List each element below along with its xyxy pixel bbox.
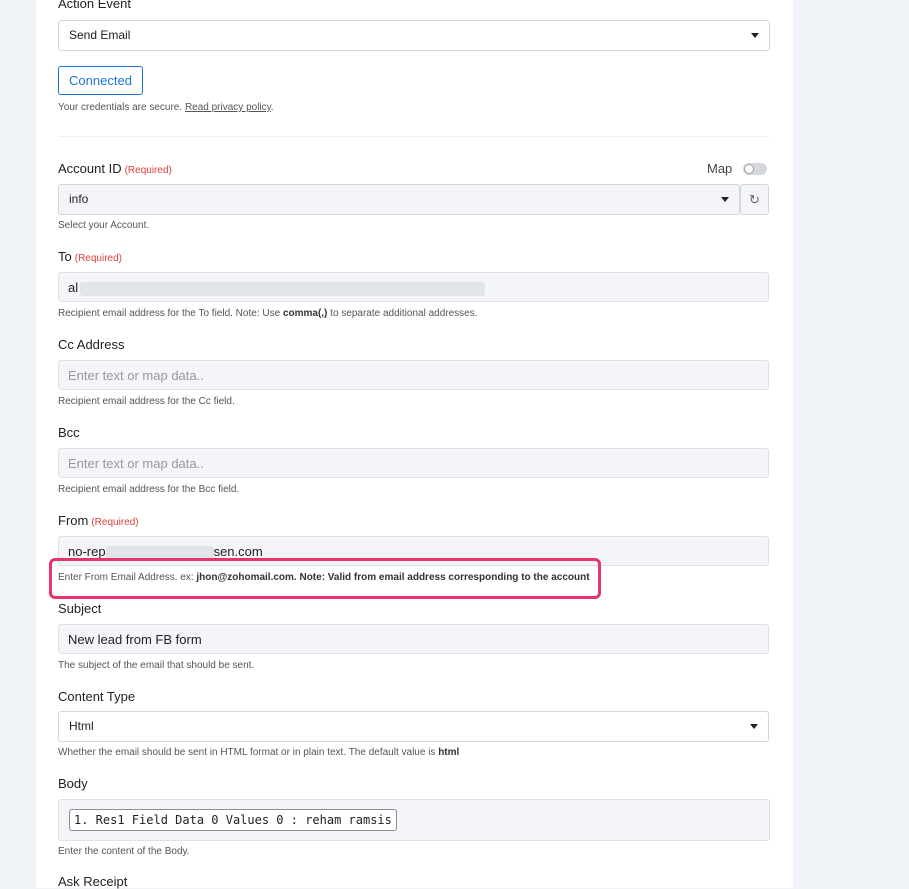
required-tag: (Required) bbox=[74, 253, 122, 264]
account-id-label: Account ID (Required) bbox=[58, 161, 172, 176]
refresh-button[interactable]: ↻ bbox=[740, 184, 769, 215]
account-id-select[interactable]: info bbox=[58, 184, 740, 215]
privacy-policy-link[interactable]: Read privacy policy bbox=[185, 102, 271, 113]
credentials-note: Your credentials are secure. Read privac… bbox=[58, 102, 274, 113]
chevron-down-icon bbox=[751, 33, 759, 38]
ask-receipt-label: Ask Receipt bbox=[58, 874, 128, 889]
subject-label: Subject bbox=[58, 601, 102, 616]
cc-input[interactable]: Enter text or map data.. bbox=[58, 360, 769, 390]
action-event-select[interactable]: Send Email bbox=[58, 20, 770, 51]
content-type-select[interactable]: Html bbox=[58, 711, 769, 742]
content-type-value: Html bbox=[69, 719, 94, 733]
mapped-data-chip[interactable]: 1. Res1 Field Data 0 Values 0 : reham ra… bbox=[69, 809, 397, 831]
content-type-label: Content Type bbox=[58, 689, 136, 704]
from-label-text: From bbox=[58, 513, 89, 528]
map-toggle[interactable] bbox=[743, 163, 767, 175]
cc-help: Recipient email address for the Cc field… bbox=[58, 396, 235, 407]
to-value: al bbox=[68, 280, 79, 295]
body-help: Enter the content of the Body. bbox=[58, 846, 190, 857]
credentials-text: Your credentials are secure. bbox=[58, 102, 183, 113]
body-input[interactable]: 1. Res1 Field Data 0 Values 0 : reham ra… bbox=[58, 799, 770, 841]
bcc-input[interactable]: Enter text or map data.. bbox=[58, 448, 769, 478]
subject-help: The subject of the email that should be … bbox=[58, 660, 255, 671]
map-label: Map bbox=[707, 161, 733, 176]
cc-label: Cc Address bbox=[58, 337, 125, 352]
required-tag: (Required) bbox=[91, 517, 139, 528]
account-id-value: info bbox=[69, 192, 89, 206]
to-input[interactable]: al bbox=[58, 272, 769, 302]
content-type-help-bold: html bbox=[438, 747, 460, 758]
redacted-blur bbox=[80, 281, 486, 296]
account-id-label-text: Account ID bbox=[58, 161, 122, 176]
account-id-help: Select your Account. bbox=[58, 220, 150, 231]
toggle-knob bbox=[744, 164, 754, 174]
to-help-prefix: Recipient email address for the To field… bbox=[58, 308, 281, 319]
content-type-help-prefix: Whether the email should be sent in HTML… bbox=[58, 747, 436, 758]
section-divider bbox=[58, 136, 769, 137]
subject-input[interactable]: New lead from FB form bbox=[58, 624, 769, 654]
connected-button[interactable]: Connected bbox=[58, 66, 143, 95]
action-event-value: Send Email bbox=[69, 28, 131, 42]
chevron-down-icon bbox=[750, 724, 758, 729]
from-label: From (Required) bbox=[58, 513, 139, 528]
to-label-text: To bbox=[58, 249, 72, 264]
refresh-icon: ↻ bbox=[749, 192, 760, 207]
from-value-end: sen.com bbox=[213, 544, 263, 559]
chevron-down-icon bbox=[721, 197, 729, 202]
from-value-start: no-rep bbox=[68, 544, 106, 559]
bcc-help: Recipient email address for the Bcc fiel… bbox=[58, 484, 240, 495]
to-help-suffix: to separate additional addresses. bbox=[330, 308, 478, 319]
content-type-help: Whether the email should be sent in HTML… bbox=[58, 747, 459, 758]
required-tag: (Required) bbox=[124, 165, 172, 176]
to-help: Recipient email address for the To field… bbox=[58, 308, 478, 319]
to-label: To (Required) bbox=[58, 249, 122, 264]
annotation-highlight-box bbox=[49, 558, 601, 599]
action-event-label: Action Event bbox=[58, 0, 131, 11]
credentials-period: . bbox=[270, 102, 274, 113]
body-label: Body bbox=[58, 776, 88, 791]
to-help-bold: comma(,) bbox=[282, 308, 328, 319]
bcc-label: Bcc bbox=[58, 425, 80, 440]
